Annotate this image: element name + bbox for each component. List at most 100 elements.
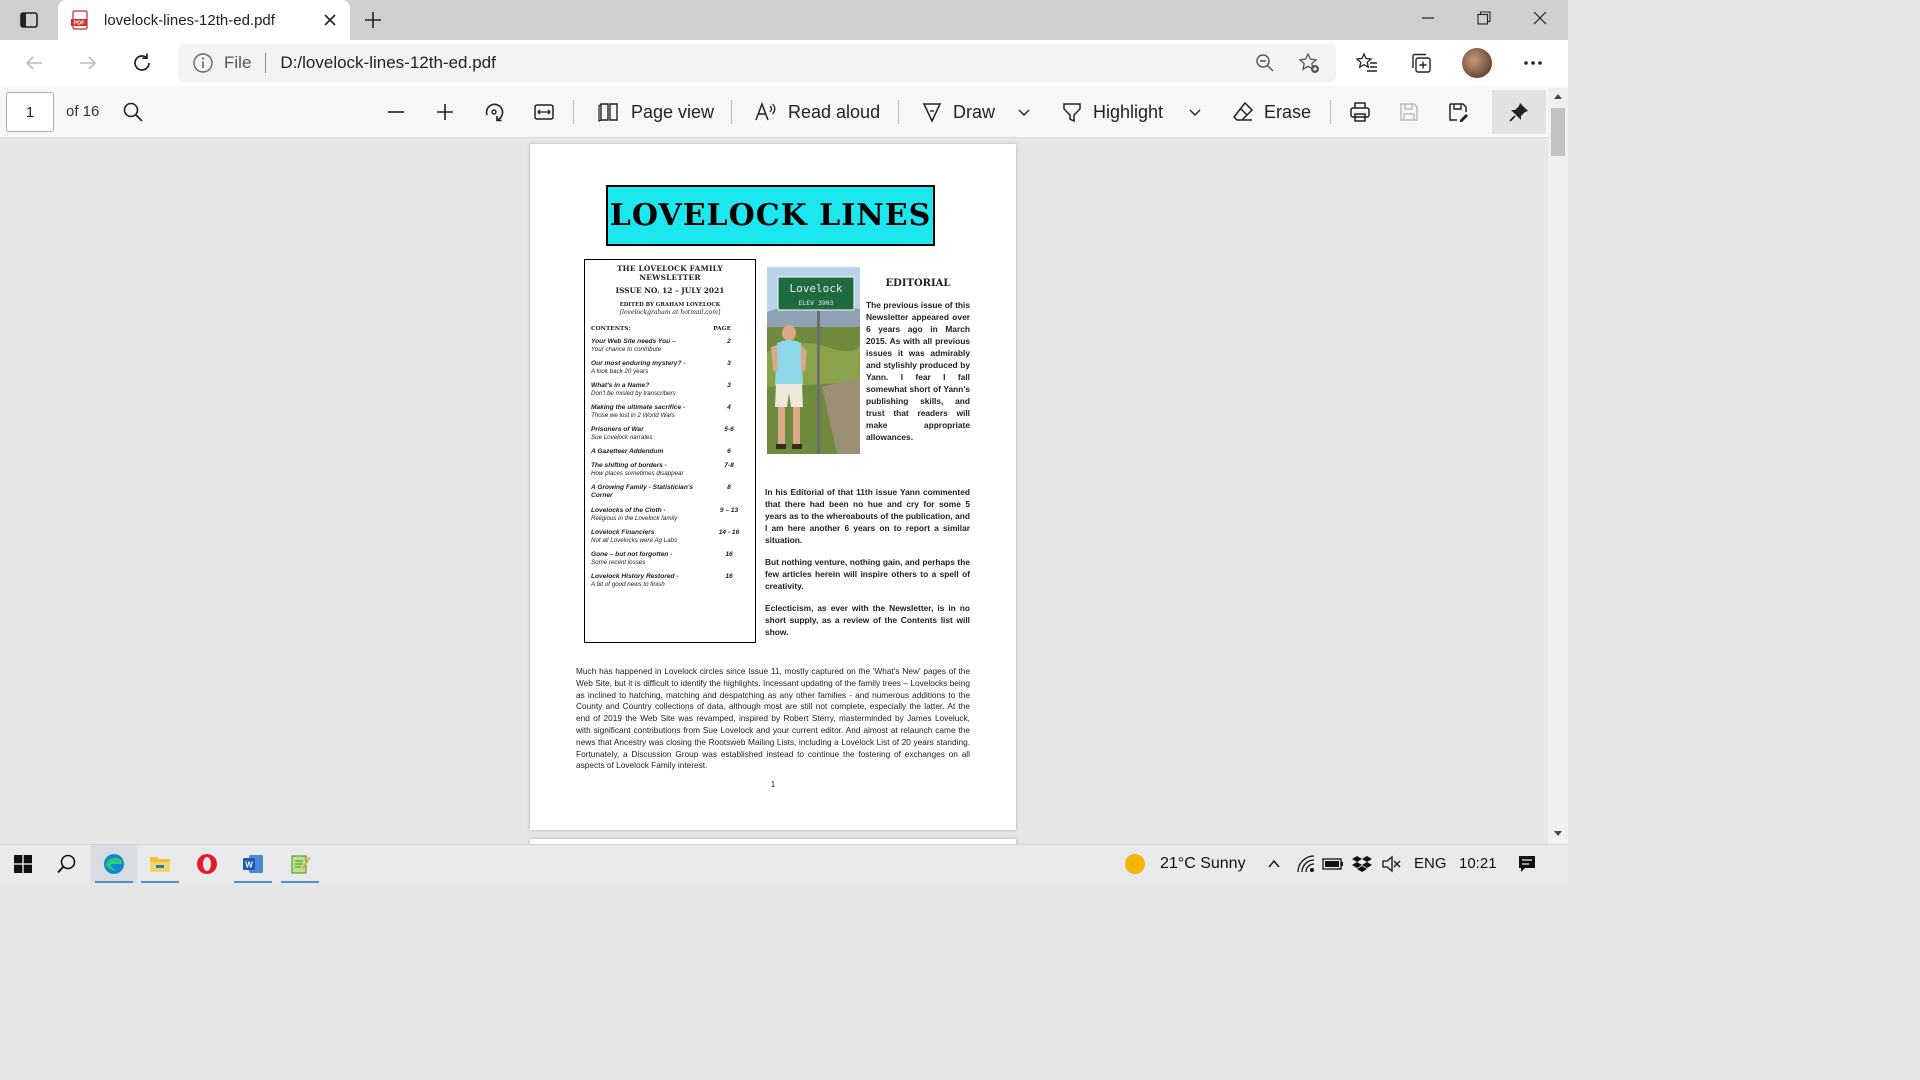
contents-item-title: The shifting of borders - bbox=[591, 462, 667, 470]
save-button[interactable] bbox=[1398, 94, 1420, 130]
contents-item: Gone – but not forgotten - Some recent lo… bbox=[591, 551, 749, 567]
contents-item-page: 16 bbox=[725, 550, 733, 558]
close-icon bbox=[1533, 11, 1547, 25]
scroll-up-button[interactable] bbox=[1548, 88, 1568, 104]
taskbar-word[interactable]: W bbox=[230, 845, 276, 883]
erase-button[interactable]: Erase bbox=[1232, 94, 1311, 130]
print-button[interactable] bbox=[1349, 94, 1371, 130]
caret-down-icon bbox=[1554, 831, 1562, 836]
weather-text[interactable]: 21°C Sunny bbox=[1160, 855, 1246, 873]
volume-button[interactable] bbox=[1380, 853, 1402, 875]
favorites-button[interactable] bbox=[1349, 45, 1385, 81]
scroll-down-button[interactable] bbox=[1548, 826, 1568, 842]
contents-item-title: Our most enduring mystery? - bbox=[591, 359, 686, 367]
minimize-button[interactable] bbox=[1400, 0, 1456, 36]
contents-item-subtitle: Some recent losses bbox=[591, 558, 646, 566]
minus-icon bbox=[388, 111, 404, 113]
sign-text: Lovelock bbox=[790, 282, 843, 295]
contents-item: Our most enduring mystery? -A look back … bbox=[591, 360, 749, 376]
add-favorite-button[interactable] bbox=[1292, 46, 1326, 80]
contents-item-title: Lovelocks of the Cloth - bbox=[591, 506, 666, 514]
editorial-paragraph-1: The previous issue of this Newsletter ap… bbox=[866, 300, 970, 442]
pin-toolbar-button[interactable] bbox=[1492, 90, 1546, 134]
zoom-out-button[interactable] bbox=[386, 94, 406, 130]
battery-button[interactable] bbox=[1322, 853, 1344, 875]
new-tab-button[interactable] bbox=[356, 4, 390, 36]
erase-icon bbox=[1232, 101, 1254, 121]
info-icon bbox=[193, 53, 213, 73]
contents-item: Your Web Site needs You – Your chance to … bbox=[591, 338, 749, 354]
battery-icon bbox=[1322, 858, 1343, 870]
chevron-down-icon bbox=[1189, 109, 1201, 116]
start-button[interactable] bbox=[0, 845, 46, 883]
toolbar-separator bbox=[573, 100, 574, 124]
read-aloud-button[interactable]: Read aloud bbox=[754, 94, 880, 130]
scroll-thumb[interactable] bbox=[1551, 108, 1565, 156]
draw-icon bbox=[922, 103, 942, 123]
input-language[interactable]: ENG bbox=[1414, 855, 1447, 872]
contents-item-page: 3 bbox=[727, 359, 731, 367]
draw-options-button[interactable] bbox=[1017, 94, 1031, 130]
zoom-in-button[interactable] bbox=[435, 94, 455, 130]
save-as-button[interactable] bbox=[1447, 94, 1469, 130]
contents-item-page: 16 bbox=[725, 572, 733, 580]
highlight-icon bbox=[1063, 103, 1081, 123]
tab-close-button[interactable] bbox=[314, 4, 346, 36]
taskbar-opera[interactable] bbox=[184, 845, 230, 883]
taskbar-file-explorer[interactable] bbox=[137, 845, 183, 883]
back-button[interactable] bbox=[16, 45, 52, 81]
lovelock-sign-photo: Lovelock ELEV 3903 bbox=[767, 267, 860, 454]
rotate-button[interactable] bbox=[483, 94, 505, 130]
page-number-input[interactable]: 1 bbox=[6, 92, 54, 132]
pin-icon bbox=[1509, 103, 1528, 122]
window-close-button[interactable] bbox=[1512, 0, 1568, 36]
taskbar-edge[interactable] bbox=[91, 845, 137, 883]
zoom-out-button[interactable] bbox=[1248, 46, 1282, 80]
contents-label: CONTENTS: bbox=[591, 326, 631, 332]
close-icon bbox=[324, 14, 336, 26]
contents-item: Making the ultimate sacrifice - Those we … bbox=[591, 404, 749, 420]
highlight-options-button[interactable] bbox=[1188, 94, 1202, 130]
page-view-button[interactable]: Page view bbox=[597, 94, 714, 130]
vertical-scrollbar[interactable] bbox=[1548, 88, 1568, 844]
notification-icon bbox=[1519, 856, 1535, 872]
draw-button[interactable]: Draw bbox=[921, 94, 995, 130]
contents-item: Prisoners of War Sue Lovelock narrates 5-6 bbox=[591, 426, 749, 442]
contents-item-page: 9 – 13 bbox=[719, 506, 739, 514]
forward-button[interactable] bbox=[70, 45, 106, 81]
refresh-button[interactable] bbox=[124, 45, 160, 81]
page-view-label: Page view bbox=[631, 101, 715, 122]
weather-widget[interactable] bbox=[1124, 853, 1146, 875]
notification-center-button[interactable] bbox=[1516, 853, 1538, 875]
contents-item: A Gazetteer Addendum 6 bbox=[591, 448, 749, 456]
collections-button[interactable] bbox=[1403, 45, 1439, 81]
zoom-out-icon bbox=[1256, 54, 1274, 72]
active-tab[interactable]: PDF lovelock-lines-12th-ed.pdf bbox=[58, 0, 350, 40]
omnibox[interactable]: File D:/lovelock-lines-12th-ed.pdf bbox=[178, 44, 1336, 82]
page-footer-number: 1 bbox=[770, 780, 776, 789]
dropbox-button[interactable] bbox=[1351, 853, 1373, 875]
masthead-title: LOVELOCK LINES bbox=[609, 198, 932, 233]
contents-item-title: What's in a Name? bbox=[591, 381, 650, 389]
network-button[interactable] bbox=[1295, 853, 1317, 875]
more-button[interactable] bbox=[1515, 45, 1551, 81]
clock[interactable]: 10:21 bbox=[1459, 855, 1497, 872]
highlight-button[interactable]: Highlight bbox=[1061, 94, 1163, 130]
read-aloud-label: Read aloud bbox=[788, 101, 881, 122]
restore-icon bbox=[1477, 11, 1491, 25]
intro-paragraph: Much has happened in Lovelock circles si… bbox=[576, 666, 970, 771]
toolbar-separator bbox=[1330, 100, 1331, 124]
address-url[interactable]: D:/lovelock-lines-12th-ed.pdf bbox=[280, 53, 1248, 73]
tab-actions-button[interactable] bbox=[10, 6, 48, 34]
show-hidden-icons-button[interactable] bbox=[1263, 853, 1285, 875]
search-button[interactable] bbox=[44, 845, 90, 883]
contents-item-page: 3 bbox=[727, 381, 731, 389]
fit-to-width-button[interactable] bbox=[533, 94, 555, 130]
restore-button[interactable] bbox=[1456, 0, 1512, 36]
address-separator bbox=[265, 53, 267, 73]
taskbar-notepad[interactable] bbox=[277, 845, 323, 883]
contents-item-title: Your Web Site needs You – bbox=[591, 338, 676, 345]
find-button[interactable] bbox=[122, 94, 144, 130]
profile-avatar[interactable] bbox=[1462, 48, 1492, 78]
refresh-icon bbox=[134, 53, 150, 71]
